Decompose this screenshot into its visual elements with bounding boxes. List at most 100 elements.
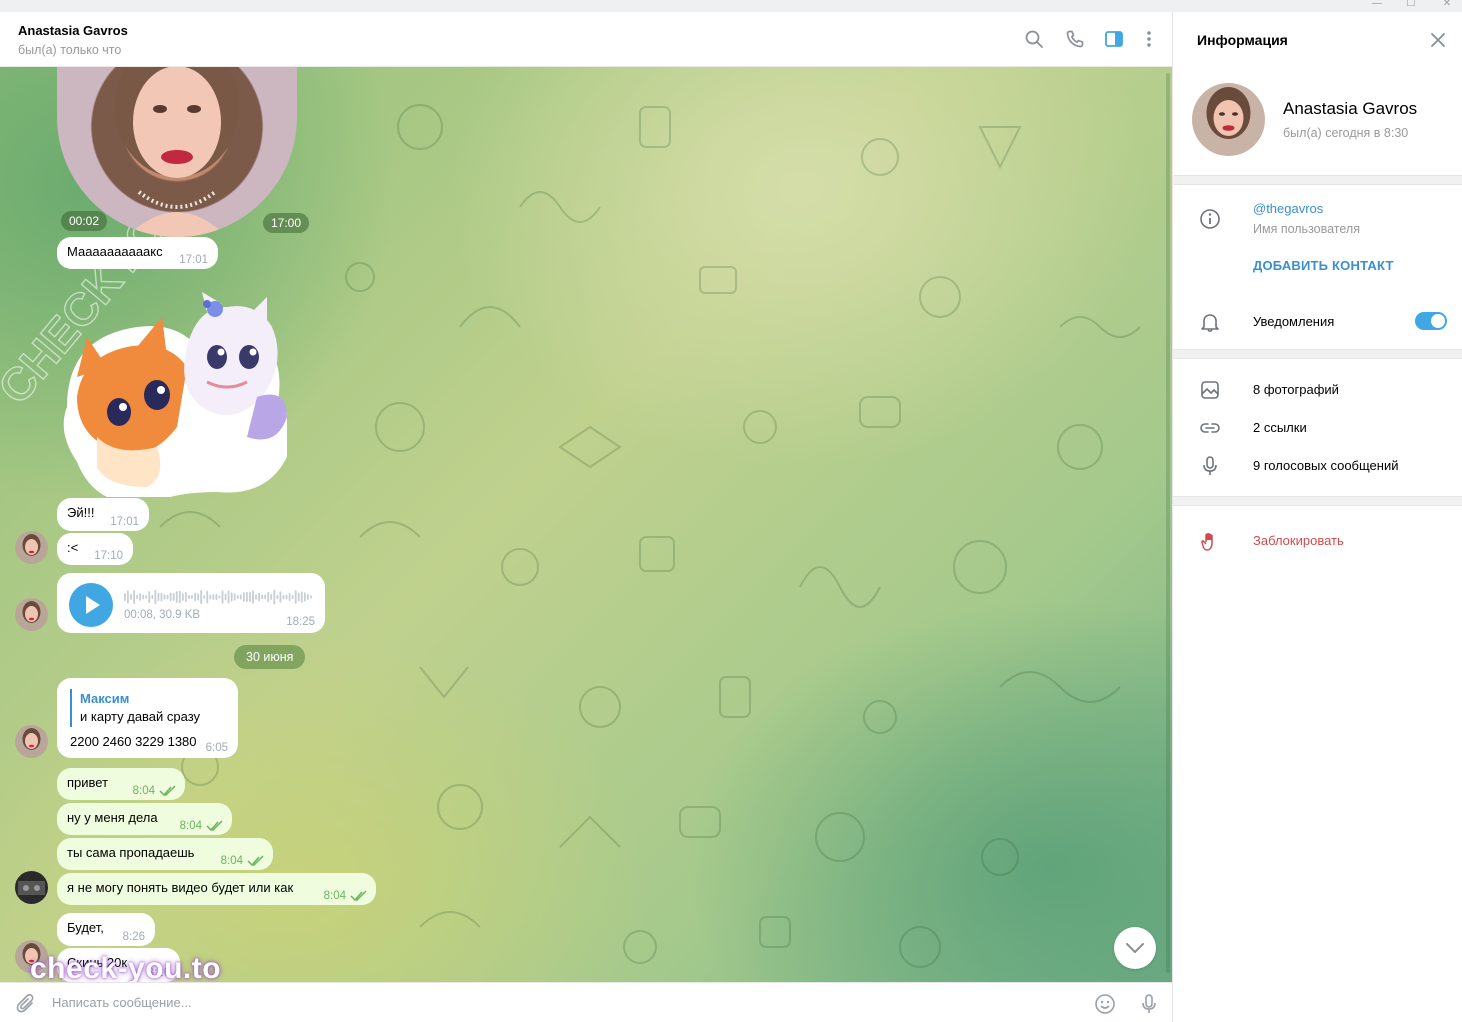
emoji-icon[interactable] bbox=[1093, 992, 1117, 1016]
search-icon[interactable] bbox=[1022, 27, 1046, 51]
photos-row[interactable]: 8 фотографий bbox=[1253, 382, 1339, 397]
message-text: я не могу понять видео будет или как bbox=[67, 880, 294, 895]
message-time: 6:05 bbox=[205, 742, 228, 754]
waveform-bar bbox=[212, 594, 215, 600]
message-bubble[interactable]: Эй!!! 17:01 bbox=[57, 498, 149, 531]
video-note-duration: 00:02 bbox=[61, 211, 108, 231]
voice-waveform[interactable] bbox=[124, 587, 314, 607]
link-icon bbox=[1199, 417, 1221, 439]
sender-avatar[interactable] bbox=[15, 725, 48, 758]
own-avatar[interactable] bbox=[15, 871, 48, 904]
waveform-bar bbox=[142, 594, 145, 600]
message-bubble[interactable]: Будет, 8:26 bbox=[57, 913, 155, 946]
message-text: ну у меня дела bbox=[67, 810, 158, 825]
waveform-bar bbox=[175, 591, 178, 603]
outgoing-message[interactable]: ну у меня дела 8:04 bbox=[57, 803, 232, 835]
waveform-bar bbox=[273, 589, 276, 605]
waveform-bar bbox=[157, 592, 160, 602]
waveform-bar bbox=[249, 591, 251, 603]
waveform-bar bbox=[203, 595, 206, 599]
message-time: 8:04 bbox=[132, 785, 155, 797]
profile-status: был(а) сегодня в 8:30 bbox=[1283, 126, 1409, 140]
waveform-bar bbox=[166, 594, 169, 600]
links-row[interactable]: 2 ссылки bbox=[1253, 420, 1307, 435]
notifications-toggle[interactable] bbox=[1415, 312, 1447, 330]
waveform-bar bbox=[194, 592, 196, 602]
waveform-bar bbox=[163, 594, 166, 600]
section-divider bbox=[1173, 175, 1462, 185]
section-divider bbox=[1173, 349, 1462, 359]
waveform-bar bbox=[224, 593, 227, 601]
reply-author[interactable]: Максим bbox=[80, 691, 129, 706]
sidebar-toggle-icon[interactable] bbox=[1102, 27, 1126, 51]
message-time: 18:25 bbox=[286, 616, 315, 628]
waveform-bar bbox=[310, 595, 312, 599]
paperclip-icon[interactable] bbox=[14, 992, 38, 1016]
maximize-icon[interactable]: ☐ bbox=[1404, 0, 1418, 10]
reply-quote[interactable]: и карту давай сразу bbox=[80, 709, 200, 724]
info-icon bbox=[1199, 208, 1221, 230]
waveform-bar bbox=[230, 592, 233, 602]
waveform-bar bbox=[239, 594, 242, 600]
waveform-bar bbox=[169, 592, 172, 602]
voice-messages-row[interactable]: 9 голосовых сообщений bbox=[1253, 458, 1398, 473]
waveform-bar bbox=[154, 589, 157, 605]
waveform-bar bbox=[139, 593, 142, 601]
waveform-bar bbox=[285, 594, 288, 600]
info-panel: Информация Anastasia Gavros был(а) сегод… bbox=[1172, 12, 1462, 1022]
waveform-bar bbox=[197, 593, 199, 601]
scroll-down-button[interactable] bbox=[1114, 927, 1156, 969]
outgoing-message[interactable]: ты сама пропадаешь 8:04 bbox=[57, 838, 273, 870]
message-time: 17:01 bbox=[110, 516, 139, 528]
waveform-bar bbox=[181, 593, 184, 601]
waveform-bar bbox=[291, 594, 294, 600]
message-text: Эй!!! bbox=[67, 505, 95, 520]
scrollbar[interactable] bbox=[1166, 73, 1170, 973]
sender-avatar[interactable] bbox=[15, 531, 48, 564]
reply-bar bbox=[70, 689, 72, 727]
profile-avatar[interactable] bbox=[1192, 83, 1265, 156]
message-text: 2200 2460 3229 1380 bbox=[70, 734, 197, 749]
message-bubble[interactable]: :< 17:10 bbox=[57, 533, 133, 565]
date-separator: 30 июня bbox=[234, 645, 306, 669]
waveform-bar bbox=[297, 592, 300, 602]
sender-avatar[interactable] bbox=[15, 598, 48, 631]
waveform-bar bbox=[307, 594, 309, 600]
minimize-icon[interactable]: — bbox=[1370, 0, 1384, 10]
username-label: Имя пользователя bbox=[1253, 222, 1360, 236]
chat-header[interactable]: Anastasia Gavros был(а) только что bbox=[0, 12, 1172, 67]
reply-message[interactable]: Максим и карту давай сразу 2200 2460 322… bbox=[57, 678, 238, 758]
microphone-icon[interactable] bbox=[1137, 992, 1161, 1016]
waveform-bar bbox=[276, 594, 279, 600]
waveform-bar bbox=[124, 593, 126, 601]
close-icon[interactable] bbox=[1429, 31, 1447, 49]
waveform-bar bbox=[300, 591, 303, 603]
bell-icon bbox=[1199, 311, 1221, 333]
message-time: 8:04 bbox=[220, 855, 243, 867]
more-vertical-icon[interactable] bbox=[1137, 27, 1161, 51]
add-contact-button[interactable]: ДОБАВИТЬ КОНТАКТ bbox=[1253, 258, 1394, 273]
profile-name: Anastasia Gavros bbox=[1283, 99, 1418, 118]
block-button[interactable]: Заблокировать bbox=[1253, 533, 1344, 548]
hand-block-icon bbox=[1199, 530, 1221, 552]
message-bubble[interactable]: Маааааааааакс 17:01 bbox=[57, 237, 218, 269]
waveform-bar bbox=[246, 592, 248, 602]
waveform-bar bbox=[206, 590, 209, 604]
message-input[interactable] bbox=[52, 989, 1052, 1015]
close-window-icon[interactable]: ✕ bbox=[1440, 0, 1454, 10]
waveform-bar bbox=[221, 590, 224, 604]
peer-name[interactable]: Anastasia Gavros bbox=[18, 23, 128, 38]
chevron-down-icon bbox=[1126, 943, 1144, 953]
play-button[interactable] bbox=[69, 583, 113, 627]
message-list[interactable]: CHECKYOU.ME 00:02 17:00 Маааааааааакс 17… bbox=[0, 67, 1172, 982]
voice-message[interactable]: 00:08, 30.9 KB 18:25 bbox=[57, 573, 325, 633]
message-text: привет bbox=[67, 775, 109, 790]
outgoing-message[interactable]: привет 8:04 bbox=[57, 768, 185, 800]
waveform-bar bbox=[200, 589, 203, 605]
outgoing-message[interactable]: я не могу понять видео будет или как 8:0… bbox=[57, 873, 376, 905]
microphone-icon bbox=[1199, 455, 1221, 477]
cat-sticker[interactable] bbox=[57, 287, 287, 497]
waveform-bar bbox=[242, 592, 245, 602]
username-link[interactable]: @thegavros bbox=[1253, 201, 1323, 216]
phone-icon[interactable] bbox=[1063, 27, 1087, 51]
